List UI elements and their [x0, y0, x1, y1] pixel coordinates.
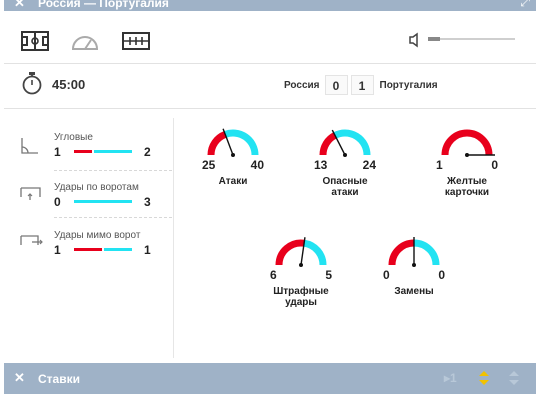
- stat-label: Удары мимо ворот: [54, 230, 141, 241]
- team-a-name: Россия: [284, 79, 320, 91]
- gauge-value-b: 5: [325, 268, 332, 282]
- team-b-name: Португалия: [379, 79, 438, 91]
- gauge-yellow-cards: 1 0 Желтые карточки: [412, 124, 522, 198]
- panel-divider: [173, 118, 174, 358]
- stat-bar-b: [104, 248, 132, 251]
- gauge-attacks: 25 40 Атаки: [178, 124, 288, 187]
- gauge-arc-a: [388, 239, 415, 266]
- stats-panel: Угловые 1 2 Удары по воротам 0 3 Удары м: [4, 110, 536, 358]
- stat-bar-b: [74, 200, 132, 203]
- corner-flag-icon: [21, 138, 38, 154]
- gauge-arc-b: [303, 239, 327, 266]
- speaker-icon[interactable]: [408, 32, 424, 48]
- row-divider: [54, 217, 172, 218]
- gauge-arc-a: [441, 129, 493, 156]
- gauge-label: Опасные атаки: [322, 176, 368, 198]
- gauge-free-kicks: 6 5 Штрафные удары: [246, 234, 356, 308]
- stat-row-corners: Угловые 1 2: [4, 132, 172, 180]
- stat-bar: [74, 200, 132, 203]
- gauge-hub: [299, 263, 303, 267]
- stat-bar: [74, 248, 132, 251]
- gauge-label: Атаки: [218, 176, 248, 187]
- stat-value-a: 1: [54, 243, 61, 257]
- gauge-hub: [343, 153, 347, 157]
- gauge-value-a: 25: [202, 158, 216, 172]
- gauge-dial: [319, 129, 371, 157]
- stat-row-shots-on-target: Удары по воротам 0 3: [4, 182, 172, 230]
- stat-bar-a: [74, 248, 102, 251]
- gauge-label: Штрафные удары: [273, 286, 329, 308]
- gauge-arc-a: [319, 132, 337, 156]
- divider: [4, 63, 536, 64]
- gauge-arc-b: [223, 129, 259, 156]
- gauge-value-b: 24: [362, 158, 376, 172]
- gauge-dial: [275, 237, 327, 267]
- bets-bar[interactable]: ✕ Ставки ▸1: [4, 363, 536, 394]
- stat-label: Удары по воротам: [54, 182, 139, 193]
- gauge-value-a: 6: [270, 268, 277, 282]
- stopwatch-icon: [22, 72, 42, 95]
- sort-arrows-icon[interactable]: [478, 369, 490, 387]
- stat-bar-a: [74, 150, 92, 153]
- close-icon[interactable]: ✕: [14, 370, 25, 386]
- team-b-score: 1: [350, 75, 374, 95]
- field-icon[interactable]: [20, 30, 50, 52]
- expand-icon[interactable]: ⤢: [520, 0, 530, 10]
- stat-bar-b: [94, 150, 132, 153]
- stat-value-a: 1: [54, 145, 61, 159]
- stat-bar: [74, 150, 132, 153]
- gauge-arc-a: [275, 239, 305, 266]
- stat-label: Угловые: [54, 132, 93, 143]
- gauge-hub: [465, 153, 469, 157]
- match-header-bar: ✕ Россия — Португалия ⤢: [4, 0, 536, 11]
- divider: [4, 108, 536, 109]
- team-a-score: 0: [324, 75, 348, 95]
- sort-arrows-icon[interactable]: [508, 369, 520, 387]
- gauge-label: Желтые карточки: [444, 176, 490, 198]
- gauge-arc-a: [207, 131, 227, 156]
- row-divider: [54, 170, 172, 171]
- match-title: Россия — Португалия: [38, 0, 169, 10]
- bets-title: Ставки: [38, 372, 80, 386]
- bet-count: 1: [450, 371, 457, 385]
- gauge-value-b: 40: [250, 158, 264, 172]
- stat-row-shots-off-target: Удары мимо ворот 1 1: [4, 230, 172, 278]
- gauge-arc-b: [413, 239, 440, 266]
- match-clock: 45:00: [52, 77, 86, 92]
- stat-value-a: 0: [54, 195, 61, 209]
- gauge-dial: [388, 237, 440, 267]
- speedometer-icon[interactable]: [70, 30, 100, 52]
- gauge-dial: [207, 128, 259, 157]
- volume-slider[interactable]: [428, 37, 515, 41]
- gauge-dangerous-attacks: 13 24 Опасные атаки: [290, 124, 400, 198]
- gauge-value-a: 1: [436, 158, 443, 172]
- bet-count-badge: ▸1: [444, 371, 457, 385]
- gauge-dial: [441, 129, 495, 157]
- gauge-value-a: 13: [314, 158, 328, 172]
- goal-miss-icon: [20, 235, 43, 245]
- gauge-hub: [412, 263, 416, 267]
- view-toolbar: [4, 22, 536, 62]
- gauge-hub: [231, 153, 235, 157]
- gauge-label: Замены: [394, 286, 434, 297]
- stat-value-b: 3: [144, 195, 151, 209]
- gauge-value-b: 0: [438, 268, 445, 282]
- goal-target-icon: [20, 187, 41, 200]
- stat-value-b: 2: [144, 145, 151, 159]
- scoreline: Россия 0 1 Португалия: [284, 74, 438, 96]
- gauge-value-a: 0: [383, 268, 390, 282]
- volume-level: [428, 37, 441, 41]
- stat-value-b: 1: [144, 243, 151, 257]
- close-icon[interactable]: ✕: [14, 0, 25, 11]
- scoreboard-icon[interactable]: [121, 30, 151, 52]
- gauge-substitutions: 0 0 Замены: [359, 234, 469, 297]
- gauge-value-b: 0: [491, 158, 498, 172]
